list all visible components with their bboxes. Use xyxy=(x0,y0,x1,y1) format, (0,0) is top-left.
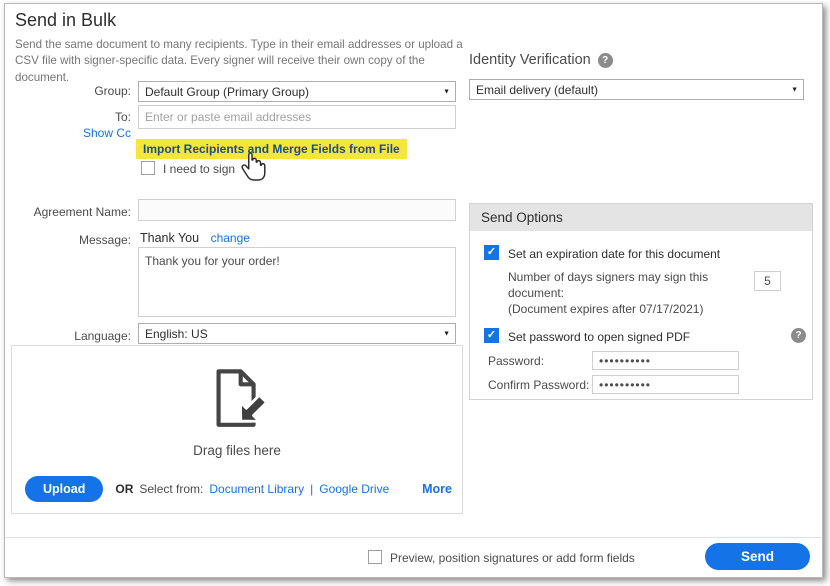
send-options-title: Send Options xyxy=(470,204,812,231)
identity-verification-label: Identity Verification xyxy=(469,52,591,68)
caret-down-icon: ▼ xyxy=(443,88,450,95)
agreement-name-label: Agreement Name: xyxy=(33,205,131,219)
upload-button[interactable]: Upload xyxy=(25,476,104,502)
to-label: To: xyxy=(114,110,131,124)
message-title: Thank You xyxy=(140,231,200,245)
document-upload-icon xyxy=(216,369,268,427)
group-label: Group: xyxy=(94,84,131,98)
drag-files-text: Drag files here xyxy=(193,443,281,458)
preview-checkbox-label: Preview, position signatures or add form… xyxy=(390,551,635,565)
message-label: Message: xyxy=(78,233,131,247)
caret-down-icon: ▼ xyxy=(443,330,450,337)
check-icon: ✓ xyxy=(486,246,497,258)
i-need-to-sign-checkbox[interactable] xyxy=(141,161,155,175)
page-subtitle: Send the same document to many recipient… xyxy=(15,38,463,84)
show-cc-link[interactable]: Show Cc xyxy=(83,126,131,140)
identity-verification-select[interactable]: Email delivery (default) ▼ xyxy=(469,79,804,100)
more-link[interactable]: More xyxy=(422,482,452,496)
password-checkbox[interactable]: ✓ xyxy=(484,328,499,343)
change-message-link[interactable]: change xyxy=(211,231,250,245)
days-label: Number of days signers may sign this doc… xyxy=(508,270,709,301)
send-button[interactable]: Send xyxy=(705,543,810,570)
file-drop-zone[interactable]: Drag files here Upload OR Select from: D… xyxy=(11,345,463,514)
footer-divider xyxy=(5,537,822,538)
select-value: English: US xyxy=(145,326,208,341)
message-textarea[interactable]: Thank you for your order! xyxy=(138,247,456,317)
confirm-password-label: Confirm Password: xyxy=(488,378,590,392)
hand-cursor-icon xyxy=(241,152,266,181)
language-label: Language: xyxy=(74,329,131,343)
to-input[interactable] xyxy=(138,105,456,129)
check-icon: ✓ xyxy=(486,329,497,341)
page-title: Send in Bulk xyxy=(15,10,117,30)
question-mark: ? xyxy=(602,54,609,66)
preview-checkbox[interactable] xyxy=(368,550,382,564)
identity-help-icon[interactable]: ? xyxy=(597,52,613,68)
or-label: OR xyxy=(115,482,134,496)
expiration-label: Set an expiration date for this document xyxy=(508,247,721,261)
days-input[interactable] xyxy=(754,271,781,291)
question-mark: ? xyxy=(795,330,802,341)
group-select[interactable]: Default Group (Primary Group) ▼ xyxy=(138,81,456,102)
select-value: Email delivery (default) xyxy=(476,82,599,97)
password-help-icon[interactable]: ? xyxy=(791,328,806,343)
select-value: Default Group (Primary Group) xyxy=(145,84,310,99)
password-label: Password: xyxy=(488,354,545,368)
select-from-label: Select from: xyxy=(139,482,204,496)
expiration-checkbox[interactable]: ✓ xyxy=(484,245,499,260)
links-separator: | xyxy=(310,482,314,496)
google-drive-link[interactable]: Google Drive xyxy=(319,482,389,496)
i-need-to-sign-label: I need to sign xyxy=(163,162,236,176)
password-input[interactable] xyxy=(592,351,739,370)
language-select[interactable]: English: US ▼ xyxy=(138,323,456,344)
password-checkbox-label: Set password to open signed PDF xyxy=(508,330,691,344)
agreement-name-input[interactable] xyxy=(138,199,456,221)
caret-down-icon: ▼ xyxy=(791,86,798,93)
send-in-bulk-window: Send in Bulk Send the same document to m… xyxy=(4,3,823,578)
send-options-panel: Send Options ✓ Set an expiration date fo… xyxy=(469,203,813,400)
confirm-password-input[interactable] xyxy=(592,375,739,394)
document-library-link[interactable]: Document Library xyxy=(209,482,304,496)
expires-note: (Document expires after 07/17/2021) xyxy=(508,302,704,316)
